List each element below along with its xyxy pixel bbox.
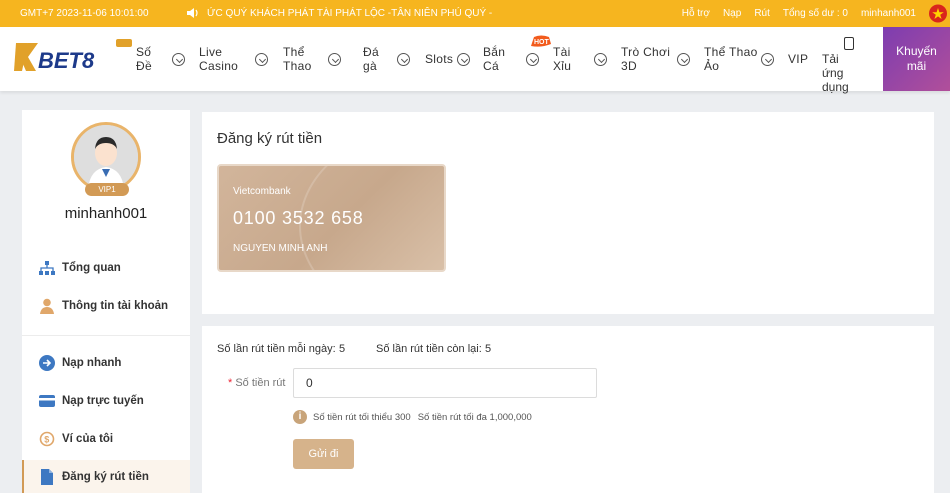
chevron-down-icon[interactable]	[526, 53, 539, 66]
chevron-down-icon[interactable]	[594, 53, 607, 66]
daily-limit-label: Số lần rút tiền mỗi ngày:	[217, 343, 336, 355]
deposit-link[interactable]: Nạp	[723, 8, 741, 19]
clock: GMT+7 2023-11-06 10:01:00	[20, 8, 149, 19]
nav-item-tro-choi-3d[interactable]: Trò Chơi 3D	[621, 27, 670, 91]
nav-item-da-ga[interactable]: Đá gà	[363, 27, 379, 91]
chevron-down-icon[interactable]	[172, 53, 185, 66]
min-amount-hint: Số tiền rút tối thiểu 300	[313, 411, 411, 423]
daily-limit-value: 5	[339, 343, 346, 355]
nav-item-the-thao[interactable]: Thể Thao	[283, 27, 312, 91]
amount-hint: i Số tiền rút tối thiểu 300 Số tiền rút …	[293, 410, 532, 424]
nav-item-vip[interactable]: VIP	[788, 27, 808, 91]
chevron-down-icon[interactable]	[328, 53, 341, 66]
nav-item-ban-ca[interactable]: Bắn Cá	[483, 27, 505, 91]
chevron-down-icon[interactable]	[457, 53, 470, 66]
sidebar-item-quick-deposit[interactable]: Nạp nhanh	[22, 346, 190, 380]
svg-text:$: $	[44, 434, 49, 444]
speaker-icon	[187, 8, 198, 18]
username: minhanh001	[64, 205, 148, 222]
top-links: Hỗ trợ Nạp Rút Tổng số dư : 0 minhanh001	[669, 8, 916, 19]
page-title: Đăng ký rút tiền	[217, 130, 323, 147]
withdraw-card-panel: Đăng ký rút tiền Vietcombank 0100 3532 6…	[202, 112, 934, 314]
wallet-refresh-icon: $	[39, 431, 55, 447]
account-number: 0100 3532 658	[233, 208, 364, 228]
vietnam-flag-icon[interactable]	[926, 0, 950, 27]
logo-text: BET8	[38, 48, 95, 73]
max-amount-hint: Số tiền rút tối đa 1,000,000	[417, 411, 532, 423]
user-link[interactable]: minhanh001	[861, 8, 916, 19]
remaining-label: Số lần rút tiền còn lại:	[376, 343, 482, 355]
sitemap-icon	[39, 261, 55, 275]
account-holder: NGUYEN MINH ANH	[233, 243, 328, 254]
info-icon: i	[293, 410, 307, 424]
promotions-label: Khuyến mãi	[896, 44, 937, 73]
withdraw-link[interactable]: Rút	[754, 8, 770, 19]
nav-item-tai-xiu[interactable]: Tài Xỉu	[553, 27, 571, 91]
announcement-marquee: ỨC QUÝ KHÁCH PHÁT TÀI PHÁT LỘC -TÂN NIÊN…	[207, 8, 493, 19]
svg-text:HOT: HOT	[534, 39, 550, 46]
balance-display: Tổng số dư : 0	[782, 8, 848, 19]
sidebar-item-online-deposit[interactable]: Nạp trực tuyến	[22, 384, 190, 418]
phone-icon	[844, 37, 854, 50]
amount-input[interactable]	[293, 368, 597, 398]
amount-label: * Số tiền rút	[228, 377, 286, 389]
remaining-value: 5	[485, 343, 492, 355]
bet8-logo[interactable]: BET8	[14, 37, 134, 77]
user-icon	[40, 298, 54, 314]
account-sidebar: VIP1 minhanh001 Tổng quan Thông tin tài …	[22, 110, 190, 493]
sidebar-item-overview[interactable]: Tổng quan	[22, 251, 190, 285]
sidebar-item-label: Nạp trực tuyến	[62, 395, 144, 407]
vip-badge: VIP1	[85, 183, 129, 196]
nav-item-slots[interactable]: Slots	[425, 27, 453, 91]
submit-button[interactable]: Gửi đi	[293, 439, 354, 469]
withdraw-form: Số lần rút tiền mỗi ngày: 5 Số lần rút t…	[202, 326, 934, 493]
bank-card[interactable]: Vietcombank 0100 3532 658 NGUYEN MINH AN…	[217, 164, 446, 272]
nav-item-the-thao-ao[interactable]: Thể Thao Ảo	[704, 27, 758, 91]
sidebar-item-my-wallet[interactable]: $ Ví của tôi	[22, 422, 190, 456]
sidebar-item-label: Đăng ký rút tiền	[62, 471, 149, 483]
sidebar-divider	[22, 335, 190, 336]
nav-item-so-de[interactable]: Số Đề	[136, 27, 152, 91]
hot-badge-icon: HOT	[531, 35, 551, 47]
chevron-down-icon[interactable]	[677, 53, 690, 66]
sidebar-item-label: Nạp nhanh	[62, 357, 122, 369]
sidebar-item-label: Tổng quan	[62, 262, 121, 274]
main-nav: BET8 Số Đề Live Casino Thể Thao Đá gà Sl…	[0, 27, 950, 94]
promotions-button[interactable]: Khuyến mãi	[883, 27, 950, 91]
download-app-label: Tải ứng dụng	[822, 52, 849, 94]
sidebar-item-label: Thông tin tài khoản	[62, 300, 169, 312]
user-avatar-icon	[74, 125, 138, 189]
document-icon	[41, 469, 53, 485]
sidebar-item-label: Ví của tôi	[62, 433, 114, 445]
chevron-down-icon[interactable]	[397, 53, 410, 66]
nav-item-live-casino[interactable]: Live Casino	[199, 27, 238, 91]
arrow-right-circle-icon	[39, 355, 55, 371]
bank-name: Vietcombank	[233, 186, 291, 197]
chevron-down-icon[interactable]	[761, 53, 774, 66]
support-link[interactable]: Hỗ trợ	[682, 8, 710, 19]
sidebar-item-withdraw-register[interactable]: Đăng ký rút tiền	[22, 460, 190, 493]
credit-card-icon	[39, 395, 55, 407]
top-bar: GMT+7 2023-11-06 10:01:00 ỨC QUÝ KHÁCH P…	[0, 0, 950, 27]
sidebar-item-account-info[interactable]: Thông tin tài khoản	[22, 289, 190, 323]
avatar[interactable]	[71, 122, 141, 192]
chevron-down-icon[interactable]	[255, 53, 268, 66]
